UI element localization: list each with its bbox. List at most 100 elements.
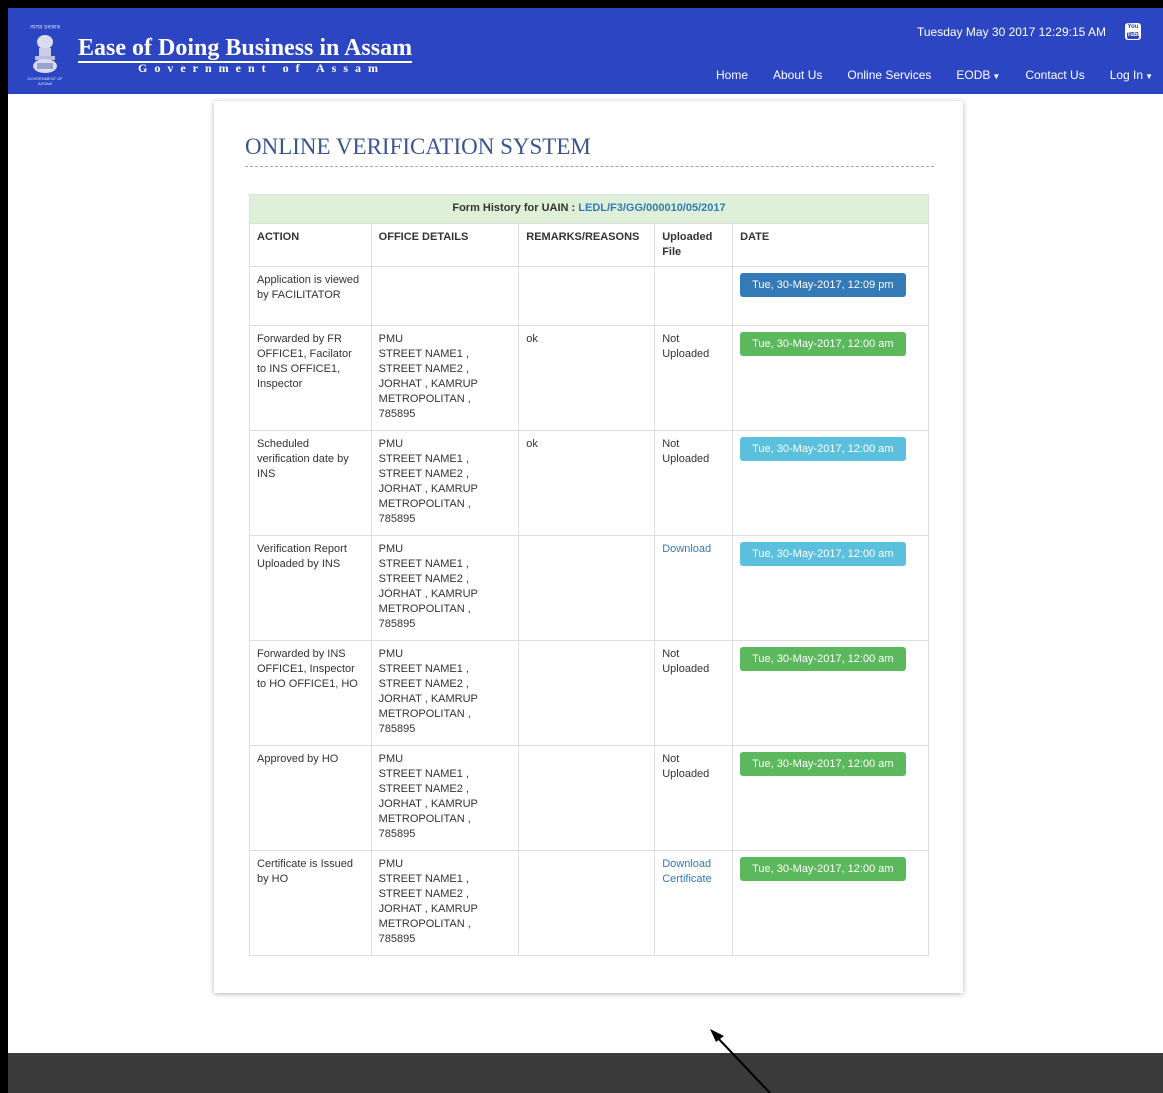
date-badge: Tue, 30-May-2017, 12:00 am	[740, 332, 906, 356]
col-header-action: ACTION	[249, 223, 372, 267]
cell-action: Certificate is Issued by HO	[257, 858, 353, 885]
emblem-graphic	[33, 35, 57, 73]
table-row: Certificate is Issued by HO PMU STREET NA…	[249, 850, 929, 956]
cell-office-details: PMU STREET NAME1 , STREET NAME2 , JORHAT…	[378, 648, 478, 735]
col-header-remarks: REMARKS/REASONS	[518, 223, 656, 267]
uain-value: LEDL/F3/GG/000010/05/2017	[578, 202, 726, 214]
form-history-table: Form History for UAIN : LEDL/F3/GG/00001…	[249, 194, 929, 956]
date-badge: Tue, 30-May-2017, 12:00 am	[740, 857, 906, 881]
site-title[interactable]: Ease of Doing Business in Assam	[78, 36, 413, 63]
cell-date-cell: Tue, 30-May-2017, 12:00 am	[732, 640, 929, 746]
cell-remarks-cell	[518, 745, 656, 851]
col-header-date: DATE	[732, 223, 929, 267]
cell-action: Scheduled verification date by INS	[257, 438, 349, 480]
cell-office-details-cell: PMU STREET NAME1 , STREET NAME2 , JORHAT…	[370, 325, 520, 431]
cell-action: Forwarded by INS OFFICE1, Inspector to H…	[257, 648, 358, 690]
assam-emblem-icon[interactable]: অসম চৰকাৰ GOVERNMENT OF ASSAM	[20, 22, 70, 90]
cell-remarks-cell	[518, 640, 656, 746]
caption-prefix: Form History for UAIN :	[452, 202, 579, 214]
nav-login-label: Log In	[1109, 68, 1144, 82]
table-header-row: ACTION OFFICE DETAILS REMARKS/REASONS Up…	[249, 223, 929, 267]
cell-remarks: ok	[526, 438, 538, 450]
cell-action: Forwarded by FR OFFICE1, Facilator to IN…	[257, 333, 352, 390]
cell-office-details-cell	[370, 266, 520, 326]
cell-date-cell: Tue, 30-May-2017, 12:00 am	[732, 535, 929, 641]
table-row: Approved by HO PMU STREET NAME1 , STREET …	[249, 745, 929, 851]
table-row: Application is viewed by FACILITATOR Tue,…	[249, 266, 929, 326]
cell-remarks-cell: ok	[518, 430, 656, 536]
table-row: Scheduled verification date by INS PMU ST…	[249, 430, 929, 536]
nav-contact-us[interactable]: Contact Us	[1025, 68, 1084, 82]
cell-action-cell: Approved by HO	[249, 745, 372, 851]
nav-home[interactable]: Home	[716, 68, 748, 82]
cell-office-details: PMU STREET NAME1 , STREET NAME2 , JORHAT…	[378, 438, 478, 525]
youtube-icon[interactable]: You Tube	[1125, 23, 1141, 40]
cell-action-cell: Forwarded by FR OFFICE1, Facilator to IN…	[249, 325, 372, 431]
cell-action: Verification Report Uploaded by INS	[257, 543, 347, 570]
cell-remarks-cell	[518, 535, 656, 641]
cell-uploaded-file-cell: Download Certificate	[654, 850, 734, 956]
date-badge: Tue, 30-May-2017, 12:09 pm	[740, 273, 906, 297]
cell-uploaded-file-cell: Not Uploaded	[654, 640, 734, 746]
cell-uploaded-file: Not Uploaded	[662, 648, 710, 675]
date-badge: Tue, 30-May-2017, 12:00 am	[740, 437, 906, 461]
cell-office-details-cell: PMU STREET NAME1 , STREET NAME2 , JORHAT…	[370, 850, 520, 956]
nav-login-dropdown[interactable]: Log In ▼	[1110, 68, 1153, 82]
cell-office-details-cell: PMU STREET NAME1 , STREET NAME2 , JORHAT…	[370, 535, 520, 641]
cell-action-cell: Certificate is Issued by HO	[249, 850, 372, 956]
youtube-icon-bottom: Tube	[1127, 32, 1141, 39]
cell-uploaded-file: Not Uploaded	[662, 333, 710, 360]
cell-uploaded-file-cell: Not Uploaded	[654, 745, 734, 851]
cell-date-cell: Tue, 30-May-2017, 12:00 am	[732, 325, 929, 431]
date-badge: Tue, 30-May-2017, 12:00 am	[740, 752, 906, 776]
cell-remarks: ok	[526, 333, 538, 345]
cell-uploaded-file-cell	[654, 266, 734, 326]
content-card: ONLINE VERIFICATION SYSTEM Form History …	[214, 101, 963, 993]
cell-date-cell: Tue, 30-May-2017, 12:09 pm	[732, 266, 929, 326]
nav-home-label: Home	[715, 68, 748, 82]
site-subtitle: Government of Assam	[138, 61, 385, 75]
nav-about-us-label: About Us	[773, 68, 823, 82]
cell-action: Approved by HO	[257, 753, 339, 765]
cell-office-details-cell: PMU STREET NAME1 , STREET NAME2 , JORHAT…	[370, 640, 520, 746]
nav-online-services[interactable]: Online Services	[847, 68, 931, 82]
cell-remarks-cell	[518, 850, 656, 956]
cell-action-cell: Forwarded by INS OFFICE1, Inspector to H…	[249, 640, 372, 746]
cell-office-details: PMU STREET NAME1 , STREET NAME2 , JORHAT…	[378, 858, 478, 945]
cell-uploaded-file-cell: Download	[654, 535, 734, 641]
cell-office-details: PMU STREET NAME1 , STREET NAME2 , JORHAT…	[378, 753, 478, 840]
nav-online-services-label: Online Services	[847, 68, 932, 82]
table-row: Verification Report Uploaded by INS PMU S…	[249, 535, 929, 641]
cell-date-cell: Tue, 30-May-2017, 12:00 am	[732, 745, 929, 851]
cell-uploaded-file: Not Uploaded	[662, 438, 710, 465]
nav-eodb-dropdown[interactable]: EODB ▼	[956, 68, 1000, 82]
cell-action-cell: Verification Report Uploaded by INS	[249, 535, 372, 641]
caret-down-icon: ▼	[1145, 72, 1153, 81]
table-caption: Form History for UAIN : LEDL/F3/GG/00001…	[249, 194, 929, 224]
table-row: Forwarded by FR OFFICE1, Facilator to IN…	[249, 325, 929, 431]
site-header: অসম চৰকাৰ GOVERNMENT OF ASSAM Ease of Do…	[8, 8, 1163, 94]
nav-eodb-label: EODB	[956, 68, 991, 82]
page-frame: অসম চৰকাৰ GOVERNMENT OF ASSAM Ease of Do…	[8, 8, 1163, 1093]
cell-office-details: PMU STREET NAME1 , STREET NAME2 , JORHAT…	[378, 333, 478, 420]
cell-date-cell: Tue, 30-May-2017, 12:00 am	[732, 430, 929, 536]
cell-remarks-cell	[518, 266, 656, 326]
nav-contact-us-label: Contact Us	[1025, 68, 1085, 82]
date-badge: Tue, 30-May-2017, 12:00 am	[740, 542, 906, 566]
cell-uploaded-file: Not Uploaded	[662, 753, 710, 780]
cell-office-details-cell: PMU STREET NAME1 , STREET NAME2 , JORHAT…	[370, 430, 520, 536]
youtube-icon-top: You	[1127, 24, 1139, 30]
emblem-bottom-text: GOVERNMENT OF ASSAM	[27, 76, 63, 86]
cell-office-details: PMU STREET NAME1 , STREET NAME2 , JORHAT…	[378, 543, 478, 630]
cell-remarks-cell: ok	[518, 325, 656, 431]
download-link[interactable]: Download Certificate	[662, 858, 712, 885]
cell-action-cell: Scheduled verification date by INS	[249, 430, 372, 536]
cell-action: Application is viewed by FACILITATOR	[257, 274, 360, 301]
download-link[interactable]: Download	[662, 543, 711, 555]
col-header-uploaded-file: Uploaded File	[654, 223, 734, 267]
nav-about-us[interactable]: About Us	[773, 68, 822, 82]
page-title: ONLINE VERIFICATION SYSTEM	[245, 134, 934, 167]
caret-down-icon: ▼	[992, 72, 1001, 81]
cell-action-cell: Application is viewed by FACILITATOR	[249, 266, 372, 326]
cell-uploaded-file-cell: Not Uploaded	[654, 325, 734, 431]
